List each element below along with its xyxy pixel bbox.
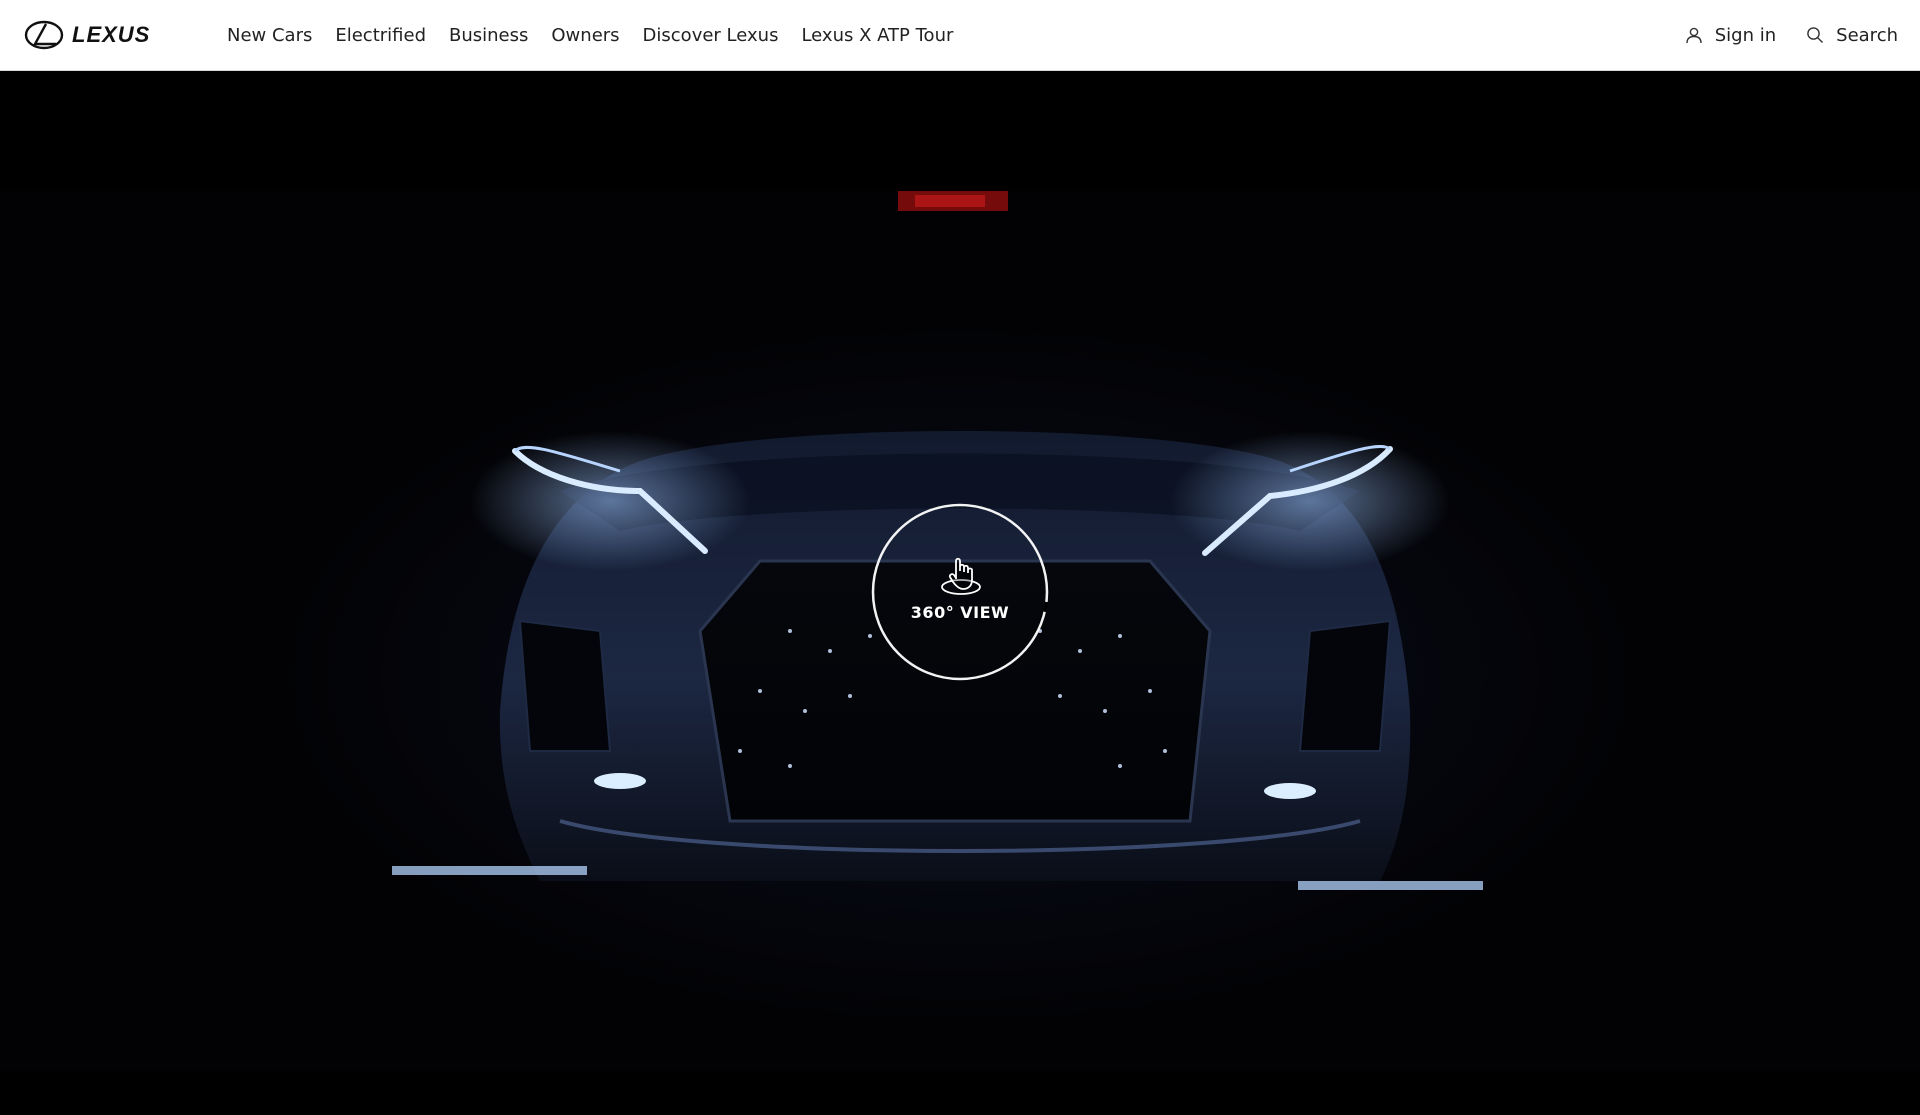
- nav-owners[interactable]: Owners: [551, 25, 619, 46]
- view-360-label: 360° VIEW: [910, 603, 1010, 622]
- hero-360-viewer[interactable]: 360° VIEW: [0, 71, 1920, 1115]
- search-label: Search: [1836, 24, 1898, 46]
- lexus-logo[interactable]: LEXUS: [24, 18, 184, 52]
- nav-business[interactable]: Business: [449, 25, 528, 46]
- user-icon: [1686, 27, 1702, 44]
- sign-in-link[interactable]: Sign in: [1685, 25, 1776, 46]
- nav-lexus-atp-tour[interactable]: Lexus X ATP Tour: [801, 25, 953, 46]
- search-link[interactable]: Search: [1806, 25, 1898, 46]
- logo-wordmark: LEXUS: [72, 22, 151, 47]
- utility-nav: Sign in Search: [1685, 0, 1898, 70]
- main-nav: New Cars Electrified Business Owners Dis…: [227, 0, 953, 70]
- hand-rotate-icon: [941, 557, 981, 595]
- nav-discover-lexus[interactable]: Discover Lexus: [643, 25, 779, 46]
- site-header: LEXUS New Cars Electrified Business Owne…: [0, 0, 1920, 71]
- lexus-emblem-icon: [24, 20, 64, 50]
- view-360-button[interactable]: 360° VIEW: [871, 503, 1049, 681]
- nav-new-cars[interactable]: New Cars: [227, 25, 312, 46]
- sign-in-label: Sign in: [1714, 24, 1777, 46]
- nav-electrified[interactable]: Electrified: [335, 25, 426, 46]
- search-icon: [1807, 27, 1824, 43]
